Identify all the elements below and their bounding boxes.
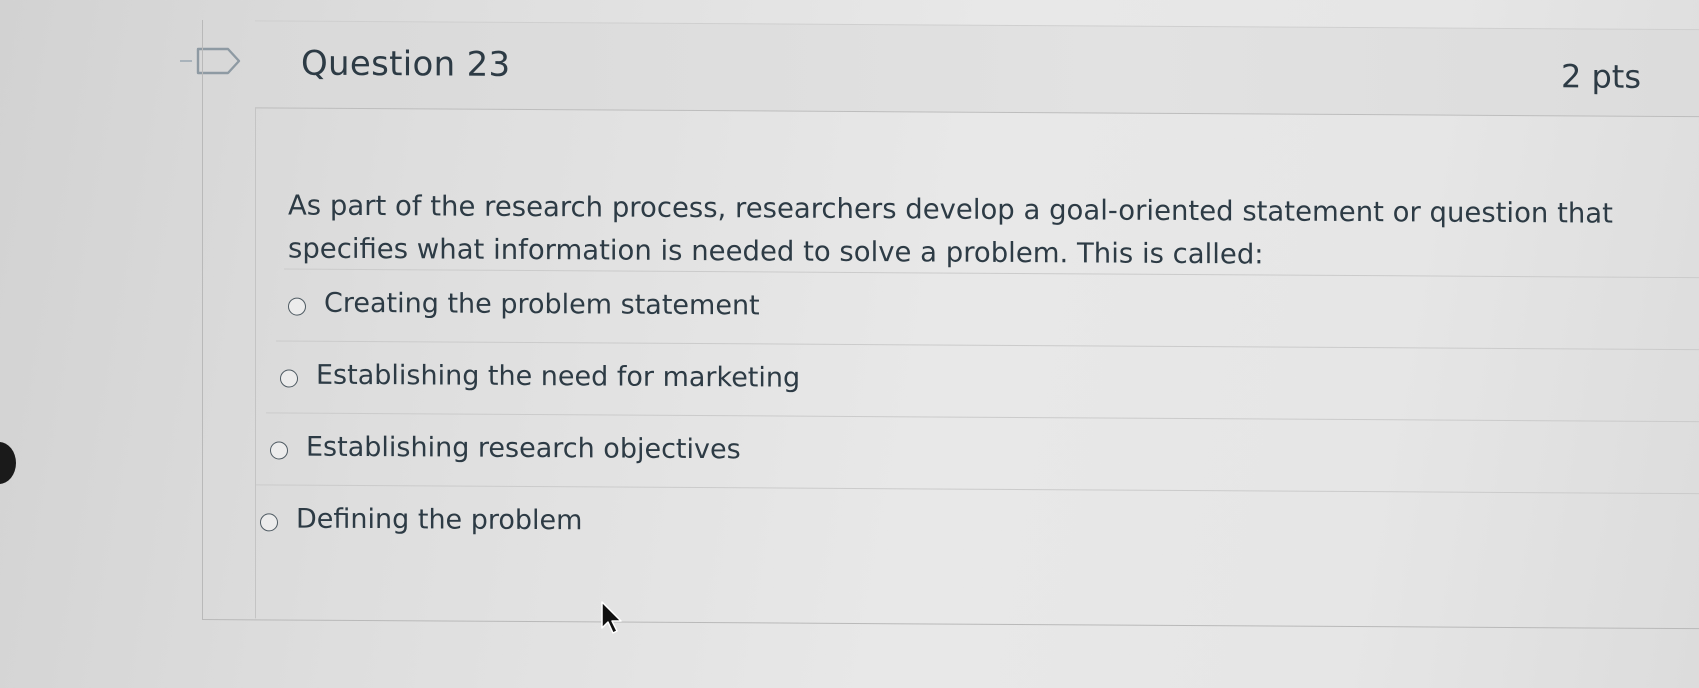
screen-edge-shadow	[0, 442, 16, 484]
answer-label[interactable]: Defining the problem	[296, 504, 582, 537]
answer-option[interactable]: Establishing the need for marketing	[276, 340, 1699, 422]
answer-label[interactable]: Creating the problem statement	[324, 288, 760, 322]
flag-connector	[180, 60, 192, 62]
answer-label[interactable]: Establishing research objectives	[306, 432, 741, 466]
question-header: Question 23 2 pts	[255, 20, 1699, 118]
radio-button[interactable]	[280, 369, 298, 388]
radio-button[interactable]	[260, 513, 278, 532]
radio-button[interactable]	[270, 441, 288, 460]
answer-label[interactable]: Establishing the need for marketing	[316, 360, 800, 394]
mouse-pointer-icon	[601, 601, 622, 634]
question-body: As part of the research process, researc…	[255, 108, 1699, 628]
answer-option[interactable]: Creating the problem statement	[284, 268, 1699, 350]
question-card: Question 23 2 pts As part of the researc…	[202, 20, 1699, 630]
question-points: 2 pts	[1560, 57, 1641, 96]
radio-button[interactable]	[288, 297, 306, 316]
answer-option[interactable]: Establishing research objectives	[266, 412, 1699, 494]
question-title: Question 23	[301, 43, 511, 85]
answer-option[interactable]: Defining the problem	[256, 484, 1699, 566]
answer-list: Creating the problem statement Establish…	[256, 268, 1699, 566]
question-text: As part of the research process, researc…	[288, 189, 1613, 271]
